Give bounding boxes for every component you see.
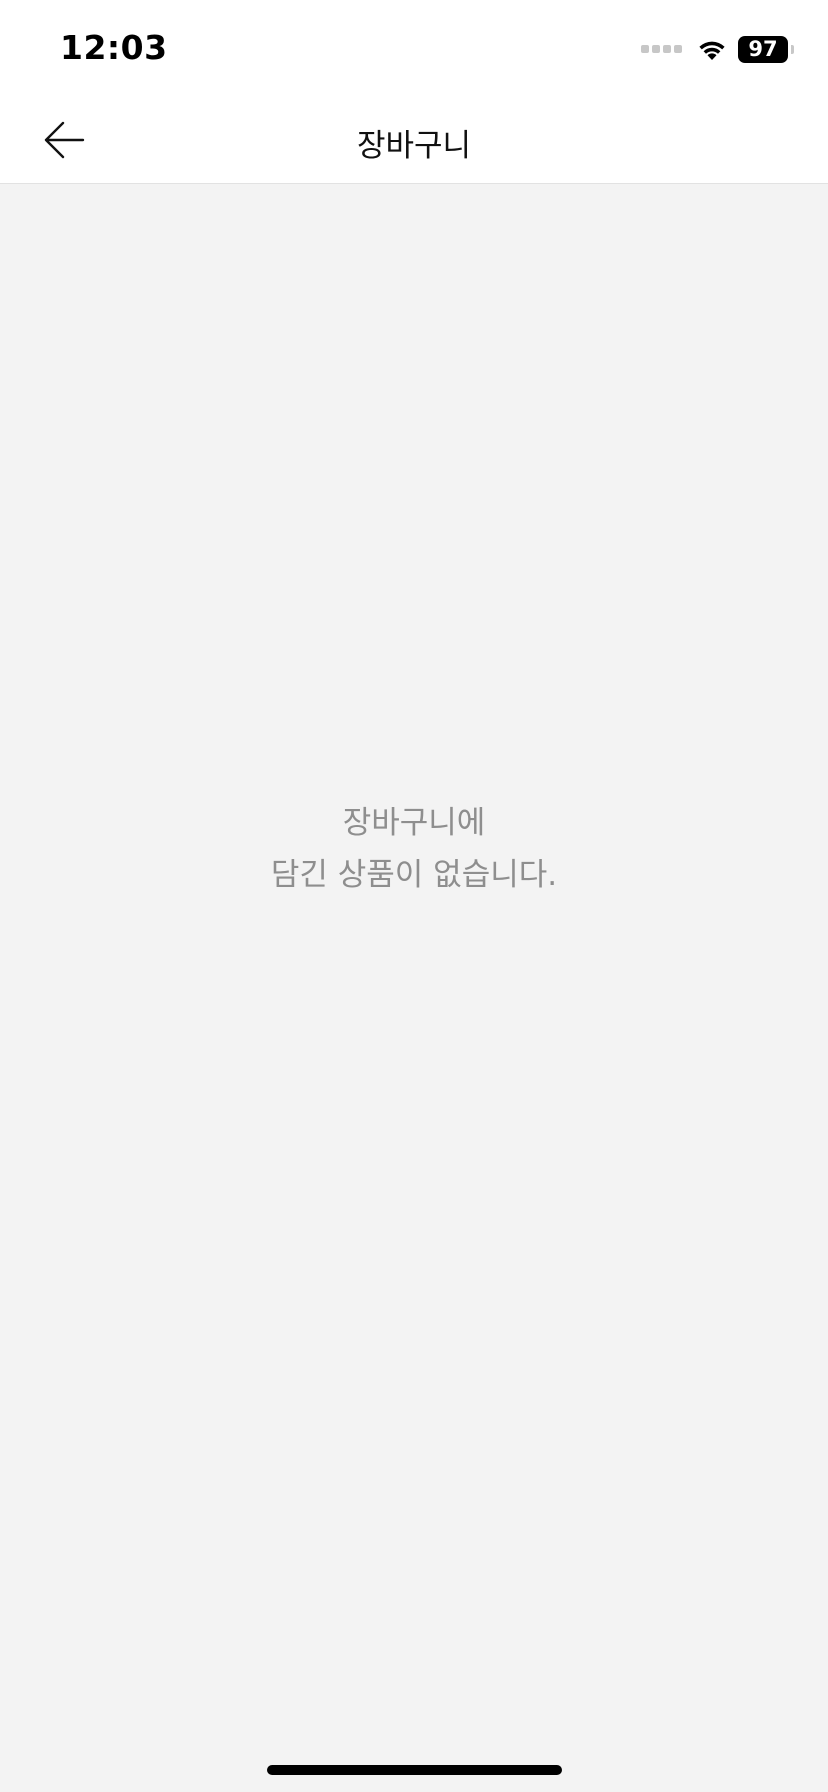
wifi-icon xyxy=(699,41,725,60)
cart-content: 장바구니에 담긴 상품이 없습니다. xyxy=(0,185,828,1792)
battery-icon: 97 xyxy=(738,35,794,63)
status-time: 12:03 xyxy=(60,28,168,67)
navigation-bar: 장바구니 xyxy=(0,96,828,184)
empty-message-line1: 장바구니에 xyxy=(342,805,486,841)
home-indicator[interactable] xyxy=(267,1765,562,1775)
page-title: 장바구니 xyxy=(356,128,472,164)
empty-cart-message: 장바구니에 담긴 상품이 없습니다. xyxy=(0,797,828,901)
status-bar: 12:03 97 xyxy=(0,0,828,96)
battery-level: 97 xyxy=(748,37,778,61)
signal-icon xyxy=(641,45,682,53)
empty-message-line2: 담긴 상품이 없습니다. xyxy=(270,857,558,893)
status-icons: 97 xyxy=(641,34,794,64)
